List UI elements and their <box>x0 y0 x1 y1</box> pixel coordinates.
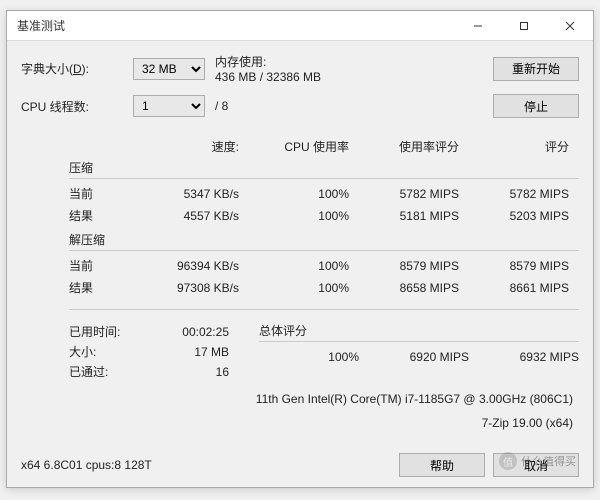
stop-button[interactable]: 停止 <box>493 94 579 118</box>
close-button[interactable] <box>547 11 593 41</box>
cell-speed: 96394 KB/s <box>125 255 239 277</box>
dict-size-select[interactable]: 32 MB <box>133 58 205 80</box>
content-area: 字典大小(D): 32 MB 内存使用: 436 MB / 32386 MB 重… <box>7 41 593 445</box>
table-row: 结果 4557 KB/s 100% 5181 MIPS 5203 MIPS <box>21 205 579 227</box>
overall-row: 100% 6920 MIPS 6932 MIPS <box>259 346 579 368</box>
benchmark-window: 基准测试 字典大小(D): 32 MB 内存使用: 436 MB / 32386… <box>6 10 594 488</box>
dict-size-label: 字典大小(D): <box>21 60 133 77</box>
compress-section: 压缩 当前 5347 KB/s 100% 5782 MIPS 5782 MIPS… <box>21 159 579 227</box>
overall-cpu: 100% <box>259 346 359 368</box>
divider <box>69 309 579 310</box>
table-header: 速度: CPU 使用率 使用率评分 评分 <box>21 138 579 155</box>
info-area: 已用时间:00:02:25 大小:17 MB 已通过:16 总体评分 100% … <box>21 322 579 382</box>
window-title: 基准测试 <box>17 17 455 34</box>
threads-label: CPU 线程数: <box>21 98 133 115</box>
table-row: 当前 5347 KB/s 100% 5782 MIPS 5782 MIPS <box>21 183 579 205</box>
threads-of: / 8 <box>215 99 228 113</box>
cell-speed: 4557 KB/s <box>125 205 239 227</box>
cell-rate: 5181 MIPS <box>349 205 459 227</box>
info-right: 总体评分 100% 6920 MIPS 6932 MIPS <box>259 322 579 382</box>
restart-button[interactable]: 重新开始 <box>493 57 579 81</box>
dict-label-underline: D <box>73 62 82 76</box>
divider <box>259 341 579 342</box>
overall-score2: 6932 MIPS <box>469 346 579 368</box>
header-rate: 使用率评分 <box>349 138 459 155</box>
cell-rate: 8579 MIPS <box>349 255 459 277</box>
cell-cpu: 100% <box>239 277 349 299</box>
cell-rate: 8658 MIPS <box>349 277 459 299</box>
dict-label-post: ): <box>82 62 89 76</box>
passes-label: 已通过: <box>69 362 149 382</box>
watermark-badge: 值 <box>499 452 517 470</box>
cell-score: 5782 MIPS <box>459 183 569 205</box>
dict-label-pre: 字典大小( <box>21 62 73 76</box>
minimize-button[interactable] <box>455 11 501 41</box>
build-info: x64 6.8C01 cpus:8 128T <box>21 458 391 472</box>
divider <box>69 250 579 251</box>
row-label-current: 当前 <box>69 255 125 277</box>
cpu-info: 11th Gen Intel(R) Core(TM) i7-1185G7 @ 3… <box>21 392 579 406</box>
table-row: 当前 96394 KB/s 100% 8579 MIPS 8579 MIPS <box>21 255 579 277</box>
size-label: 大小: <box>69 342 149 362</box>
threads-row: CPU 线程数: 1 / 8 停止 <box>21 94 579 118</box>
maximize-icon <box>519 21 529 31</box>
elapsed-value: 00:02:25 <box>149 322 229 342</box>
cell-score: 8661 MIPS <box>459 277 569 299</box>
cell-speed: 5347 KB/s <box>125 183 239 205</box>
cell-score: 8579 MIPS <box>459 255 569 277</box>
version-info: 7-Zip 19.00 (x64) <box>21 416 579 430</box>
row-label-result: 结果 <box>69 277 125 299</box>
cell-speed: 97308 KB/s <box>125 277 239 299</box>
passes-value: 16 <box>149 362 229 382</box>
table-row: 结果 97308 KB/s 100% 8658 MIPS 8661 MIPS <box>21 277 579 299</box>
cell-cpu: 100% <box>239 205 349 227</box>
overall-score1: 6920 MIPS <box>359 346 469 368</box>
row-label-result: 结果 <box>69 205 125 227</box>
info-left: 已用时间:00:02:25 大小:17 MB 已通过:16 <box>21 322 259 382</box>
decompress-section: 解压缩 当前 96394 KB/s 100% 8579 MIPS 8579 MI… <box>21 231 579 299</box>
elapsed-label: 已用时间: <box>69 322 149 342</box>
help-button[interactable]: 帮助 <box>399 453 485 477</box>
cell-cpu: 100% <box>239 255 349 277</box>
cell-score: 5203 MIPS <box>459 205 569 227</box>
mem-usage: 内存使用: 436 MB / 32386 MB <box>215 53 321 84</box>
maximize-button[interactable] <box>501 11 547 41</box>
cell-cpu: 100% <box>239 183 349 205</box>
threads-select[interactable]: 1 <box>133 95 205 117</box>
header-cpu: CPU 使用率 <box>239 138 349 155</box>
size-value: 17 MB <box>149 342 229 362</box>
watermark: 值 什么值得买 <box>499 452 576 470</box>
mem-label: 内存使用: <box>215 53 321 70</box>
decompress-title: 解压缩 <box>21 231 579 248</box>
divider <box>69 178 579 179</box>
header-score: 评分 <box>459 138 569 155</box>
overall-label: 总体评分 <box>259 322 579 339</box>
watermark-text: 什么值得买 <box>521 453 576 469</box>
cell-rate: 5782 MIPS <box>349 183 459 205</box>
titlebar: 基准测试 <box>7 11 593 41</box>
row-label-current: 当前 <box>69 183 125 205</box>
close-icon <box>565 21 575 31</box>
dict-row: 字典大小(D): 32 MB 内存使用: 436 MB / 32386 MB 重… <box>21 53 579 84</box>
mem-value: 436 MB / 32386 MB <box>215 70 321 84</box>
minimize-icon <box>473 21 483 31</box>
header-speed: 速度: <box>69 138 239 155</box>
compress-title: 压缩 <box>21 159 579 176</box>
